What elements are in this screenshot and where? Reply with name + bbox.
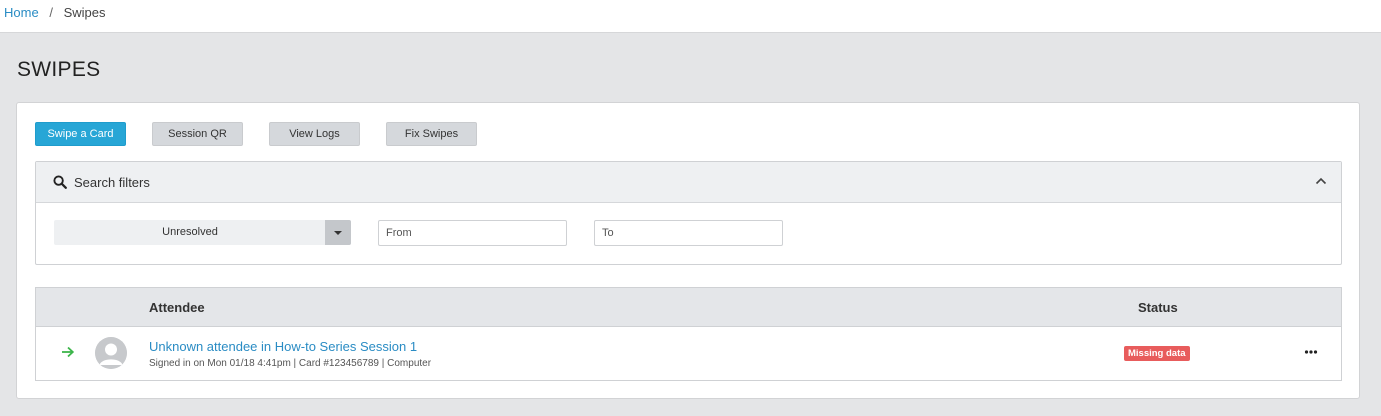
chevron-up-icon[interactable] <box>1315 176 1327 186</box>
to-date-input[interactable] <box>594 220 783 246</box>
swipes-table: Attendee Status Unknown attendee in How-… <box>35 287 1342 381</box>
breadcrumb-current: Swipes <box>63 5 106 20</box>
status-filter-value: Unresolved <box>162 226 218 238</box>
breadcrumb-separator: / <box>49 5 53 20</box>
search-icon <box>53 175 67 189</box>
column-header-status: Status <box>1138 300 1178 315</box>
top-bar: Home / Swipes <box>0 0 1381 33</box>
search-filters-panel: Search filters Unresolved <box>35 161 1342 265</box>
table-header: Attendee Status <box>36 288 1341 327</box>
from-date-input[interactable] <box>378 220 567 246</box>
table-row: Unknown attendee in How-to Series Sessio… <box>36 327 1341 381</box>
arrow-right-icon[interactable] <box>61 346 75 358</box>
view-logs-button[interactable]: View Logs <box>269 122 360 146</box>
breadcrumb-home-link[interactable]: Home <box>4 5 39 20</box>
more-horizontal-icon[interactable] <box>1304 346 1318 358</box>
fix-swipes-button[interactable]: Fix Swipes <box>386 122 477 146</box>
page-title: SWIPES <box>17 58 101 81</box>
avatar <box>95 337 127 369</box>
avatar-placeholder-icon <box>95 337 127 369</box>
caret-down-icon <box>334 231 342 235</box>
status-badge: Missing data <box>1124 346 1190 361</box>
status-filter-select[interactable]: Unresolved <box>54 220 351 245</box>
search-filters-title: Search filters <box>74 175 150 190</box>
swipes-card: Swipe a Card Session QR View Logs Fix Sw… <box>16 102 1360 399</box>
session-qr-button[interactable]: Session QR <box>152 122 243 146</box>
swipe-a-card-button[interactable]: Swipe a Card <box>35 122 126 146</box>
attendee-details: Signed in on Mon 01/18 4:41pm | Card #12… <box>149 358 432 369</box>
breadcrumb: Home / Swipes <box>4 5 105 20</box>
status-filter-toggle[interactable] <box>325 220 351 245</box>
column-header-attendee: Attendee <box>149 300 205 315</box>
attendee-name-link[interactable]: Unknown attendee in How-to Series Sessio… <box>149 339 417 354</box>
search-filters-header[interactable]: Search filters <box>36 162 1341 203</box>
